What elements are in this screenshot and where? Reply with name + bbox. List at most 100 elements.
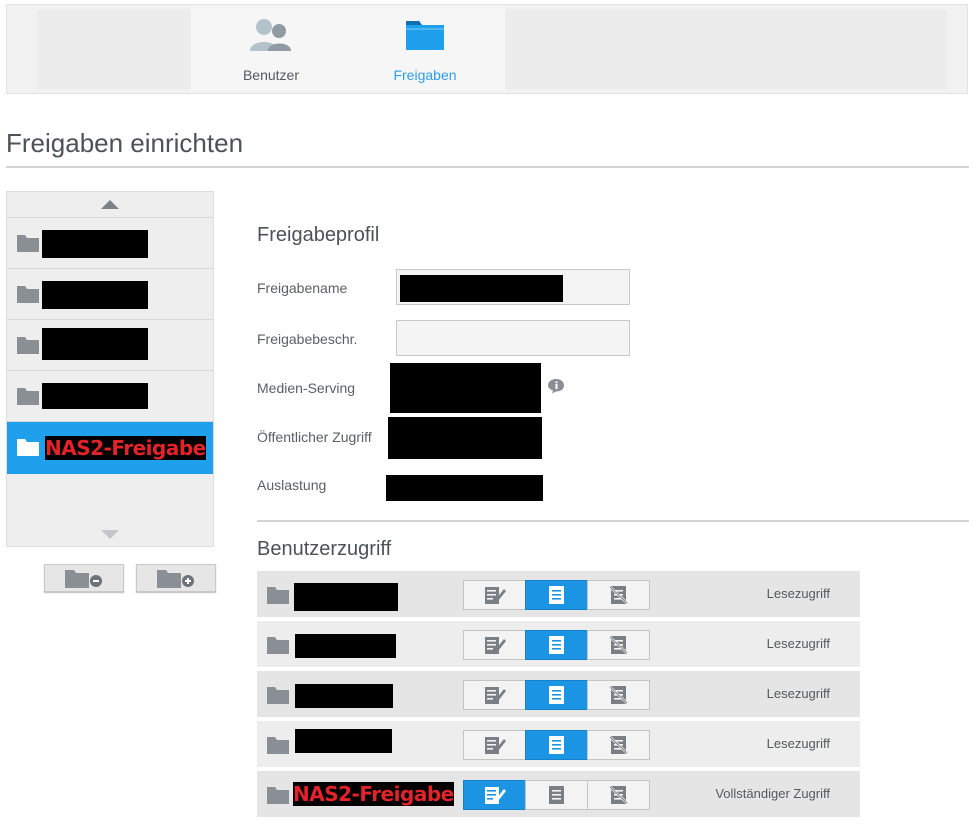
remove-share-icon	[65, 570, 102, 588]
share-list-item[interactable]	[7, 320, 213, 371]
user-name-label: NAS2-Freigabe	[293, 782, 454, 806]
redacted-name	[42, 281, 148, 309]
no-access-button[interactable]	[587, 630, 650, 660]
scroll-down-button[interactable]	[7, 521, 213, 546]
full-access-button[interactable]	[463, 780, 526, 810]
folder-icon	[267, 737, 289, 754]
redacted-name	[42, 383, 148, 409]
share-list-item[interactable]	[7, 218, 213, 269]
share-name-label: NAS2-Freigabe	[45, 436, 206, 460]
access-toggle-group	[463, 730, 650, 760]
share-list: NAS2-Freigabe	[6, 191, 214, 547]
share-list-item[interactable]	[7, 371, 213, 422]
share-list-item[interactable]	[7, 269, 213, 320]
read-document-icon	[549, 786, 564, 804]
folder-icon	[267, 687, 289, 704]
no-access-document-icon	[609, 786, 628, 804]
no-access-document-icon	[609, 636, 628, 654]
access-toggle-group	[463, 630, 650, 660]
redacted-user-name	[295, 729, 392, 753]
access-toggle-group	[463, 580, 650, 610]
user-access-row: NAS2-Freigabe Vollständiger Zugriff	[257, 771, 860, 817]
user-access-section-title: Benutzerzugriff	[257, 538, 392, 560]
add-share-icon	[157, 570, 194, 588]
read-access-button[interactable]	[525, 730, 588, 760]
redacted-share-name	[400, 275, 563, 302]
read-document-icon	[549, 636, 564, 654]
redacted-user-name	[295, 684, 393, 708]
info-icon[interactable]	[547, 378, 565, 394]
read-document-icon	[549, 686, 564, 704]
no-access-button[interactable]	[587, 730, 650, 760]
read-document-icon	[549, 586, 564, 604]
user-access-row: Lesezugriff	[257, 721, 860, 767]
read-access-button[interactable]	[525, 580, 588, 610]
add-share-button[interactable]	[136, 564, 216, 592]
share-list-item-selected[interactable]: NAS2-Freigabe	[7, 422, 213, 474]
page-title: Freigaben einrichten	[6, 128, 244, 158]
tab-shares[interactable]: Freigaben	[345, 5, 505, 91]
no-access-button[interactable]	[587, 780, 650, 810]
redacted-media-serving-toggle[interactable]	[390, 363, 541, 413]
folder-icon	[17, 235, 39, 252]
user-access-row: Lesezugriff	[257, 621, 860, 667]
section-divider	[257, 520, 969, 522]
no-access-button[interactable]	[587, 680, 650, 710]
tab-users-label: Benutzer	[242, 67, 300, 83]
folder-icon	[17, 337, 39, 354]
user-access-row: Lesezugriff	[257, 671, 860, 717]
redacted-name	[42, 230, 148, 258]
no-access-document-icon	[609, 686, 628, 704]
folder-icon	[17, 439, 39, 456]
folder-icon	[406, 21, 444, 50]
redacted-name	[42, 328, 148, 360]
access-level-label: Lesezugriff	[766, 636, 830, 651]
full-access-button[interactable]	[463, 630, 526, 660]
no-access-button[interactable]	[587, 580, 650, 610]
public-access-label: Öffentlicher Zugriff	[257, 429, 372, 445]
tab-shares-label: Freigaben	[393, 67, 457, 83]
access-toggle-group	[463, 680, 650, 710]
read-access-button[interactable]	[525, 630, 588, 660]
edit-document-icon	[485, 587, 506, 604]
full-access-button[interactable]	[463, 730, 526, 760]
access-level-label: Lesezugriff	[766, 736, 830, 751]
profile-section-title: Freigabeprofil	[257, 224, 380, 246]
scroll-up-button[interactable]	[7, 192, 213, 218]
no-access-document-icon	[609, 586, 628, 604]
edit-document-icon	[485, 787, 506, 804]
folder-icon	[267, 787, 289, 804]
access-level-label: Lesezugriff	[766, 586, 830, 601]
redacted-usage-value	[386, 475, 543, 501]
user-access-row: Lesezugriff	[257, 571, 860, 617]
read-access-button[interactable]	[525, 680, 588, 710]
share-name-label: Freigabename	[257, 280, 348, 296]
folder-icon	[17, 388, 39, 405]
full-access-button[interactable]	[463, 580, 526, 610]
top-nav: Benutzer Freigaben	[6, 4, 968, 94]
access-level-label: Vollständiger Zugriff	[715, 786, 830, 801]
read-document-icon	[549, 736, 564, 754]
edit-document-icon	[485, 687, 506, 704]
media-serving-label: Medien-Serving	[257, 380, 356, 396]
folder-icon	[267, 637, 289, 654]
edit-document-icon	[485, 637, 506, 654]
no-access-document-icon	[609, 736, 628, 754]
redacted-user-name	[294, 583, 398, 611]
share-desc-input[interactable]	[396, 320, 630, 356]
folder-icon	[267, 587, 289, 604]
access-level-label: Lesezugriff	[766, 686, 830, 701]
redacted-user-name	[295, 634, 396, 658]
title-divider	[6, 166, 969, 168]
read-access-button[interactable]	[525, 780, 588, 810]
full-access-button[interactable]	[463, 680, 526, 710]
access-toggle-group	[463, 780, 650, 810]
remove-share-button[interactable]	[44, 564, 124, 592]
users-icon	[250, 19, 291, 51]
edit-document-icon	[485, 737, 506, 754]
folder-icon	[17, 286, 39, 303]
share-desc-label: Freigabebeschr.	[257, 331, 358, 347]
usage-label: Auslastung	[257, 477, 327, 493]
tab-users[interactable]: Benutzer	[191, 5, 351, 91]
redacted-public-access-toggle[interactable]	[388, 417, 542, 459]
